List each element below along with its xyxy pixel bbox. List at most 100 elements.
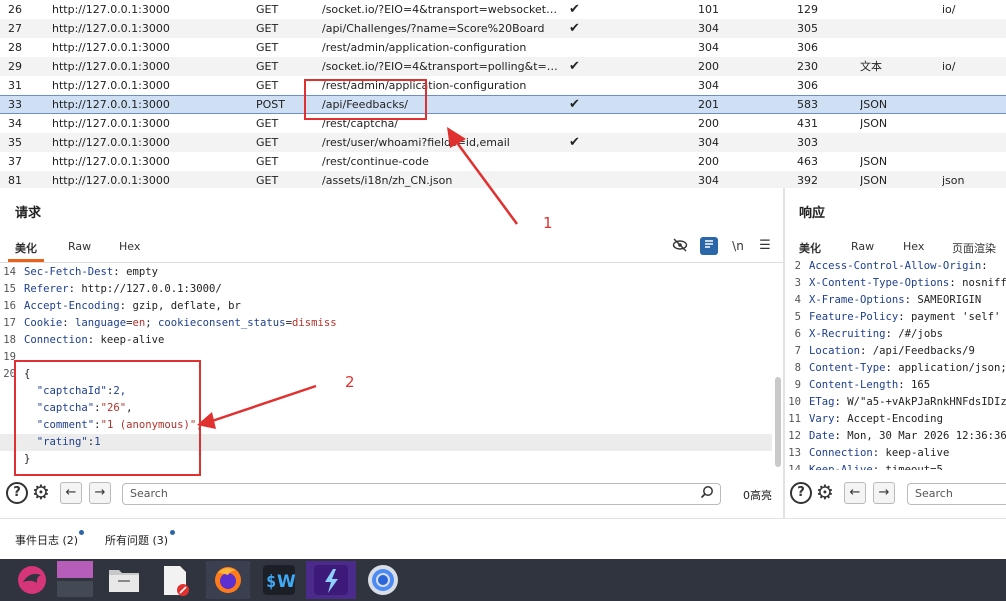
code-text: Content-Type: application/json; c bbox=[809, 360, 1006, 377]
table-row[interactable]: 37 http://127.0.0.1:3000 GET/rest/continue… bbox=[0, 152, 1006, 171]
response-search-input[interactable]: Search bbox=[907, 483, 1006, 505]
search-next-button[interactable]: → bbox=[89, 482, 111, 504]
response-help-icon[interactable]: ? bbox=[790, 482, 812, 504]
request-tab-raw[interactable]: Raw bbox=[68, 240, 91, 253]
header-name: Connection bbox=[809, 447, 873, 459]
request-search-input[interactable]: Search bbox=[122, 483, 721, 505]
response-editor[interactable]: 2 Access-Control-Allow-Origin: 3 X-Content-… bbox=[785, 259, 1006, 470]
all-issues-link[interactable]: 所有问题 (3) bbox=[105, 532, 168, 548]
header-value: : W/"a5-+vAkPJaRnkHNFdsIDIz3X bbox=[834, 396, 1006, 408]
header-value: : nosniff bbox=[949, 277, 1006, 289]
header-name: Content-Type bbox=[809, 362, 886, 374]
cell-length: 306 bbox=[797, 41, 818, 54]
table-row[interactable]: 35 http://127.0.0.1:3000 GET/rest/user/who… bbox=[0, 133, 1006, 152]
request-scrollbar[interactable] bbox=[775, 377, 781, 467]
response-tab-render[interactable]: 页面渲染 bbox=[952, 240, 996, 256]
cell-status: 304 bbox=[698, 79, 719, 92]
header-value: : application/json; c bbox=[885, 362, 1006, 374]
line-number: 14 bbox=[788, 464, 801, 470]
line-number: 11 bbox=[788, 413, 801, 425]
event-log-badge bbox=[79, 530, 84, 535]
search-prev-button[interactable]: ← bbox=[60, 482, 82, 504]
cell-url: /rest/admin/application-configuration bbox=[322, 41, 527, 54]
firefox-icon[interactable] bbox=[206, 561, 250, 599]
table-row[interactable]: 26 http://127.0.0.1:3000 GET/socket.io/?EI… bbox=[0, 0, 1006, 19]
cookie-value: en bbox=[132, 317, 146, 329]
table-row[interactable]: 28 http://127.0.0.1:3000 GET/rest/admin/ap… bbox=[0, 38, 1006, 57]
table-row[interactable]: 34 http://127.0.0.1:3000 GET/rest/captcha/… bbox=[0, 114, 1006, 133]
cell-method: GET bbox=[256, 155, 279, 168]
header-value: : payment 'self' bbox=[898, 311, 1001, 323]
settings-gear-icon[interactable]: ⚙ bbox=[32, 481, 50, 503]
menu-icon[interactable]: ☰ bbox=[756, 237, 774, 255]
code-line: 18 Connection: keep-alive bbox=[0, 332, 772, 349]
line-number: 16 bbox=[3, 300, 16, 312]
cell-mime: JSON bbox=[860, 155, 888, 168]
header-value: : 165 bbox=[898, 379, 931, 391]
request-tab-hex[interactable]: Hex bbox=[119, 240, 140, 253]
header-name: X-Recruiting bbox=[809, 328, 886, 340]
table-row[interactable]: 31 http://127.0.0.1:3000 GET/rest/admin/ap… bbox=[0, 76, 1006, 95]
cell-url: /assets/i18n/zh_CN.json bbox=[322, 174, 453, 187]
header-name: Sec-Fetch-Dest bbox=[24, 266, 114, 278]
code-text: X-Recruiting: /#/jobs bbox=[809, 326, 943, 343]
code-text: Date: Mon, 30 Mar 2026 12:36:36 G bbox=[809, 428, 1006, 445]
highlight-count: 0高亮 bbox=[743, 489, 772, 502]
hide-eye-icon[interactable] bbox=[671, 237, 689, 255]
text-editor-icon[interactable] bbox=[153, 561, 197, 599]
table-row[interactable]: 29 http://127.0.0.1:3000 GET/socket.io/?EI… bbox=[0, 57, 1006, 76]
cell-id: 35 bbox=[8, 136, 22, 149]
annotation-box-request bbox=[304, 79, 427, 120]
code-line: 14 Sec-Fetch-Dest: empty bbox=[0, 264, 772, 281]
newline-toggle-icon[interactable]: \n bbox=[729, 237, 747, 255]
header-value: : bbox=[981, 260, 988, 272]
line-number: 17 bbox=[3, 317, 16, 329]
header-name: Feature-Policy bbox=[809, 311, 899, 323]
event-log-link[interactable]: 事件日志 (2) bbox=[15, 532, 78, 548]
cell-status: 304 bbox=[698, 174, 719, 187]
help-icon[interactable]: ? bbox=[6, 482, 28, 504]
cookie-value: dismiss bbox=[291, 317, 337, 329]
cell-method: GET bbox=[256, 3, 279, 16]
pretty-format-icon[interactable] bbox=[700, 237, 718, 255]
kali-menu-icon[interactable] bbox=[10, 561, 54, 599]
workspace-switcher-icon[interactable] bbox=[55, 561, 99, 599]
terminal-icon[interactable]: $ W bbox=[257, 561, 301, 599]
annotation-label-1: 1 bbox=[543, 214, 553, 232]
chromium-icon[interactable] bbox=[361, 561, 405, 599]
header-value: keep-alive bbox=[94, 334, 165, 346]
cell-mime: JSON bbox=[860, 117, 888, 130]
header-value: : timeout=5 bbox=[872, 464, 943, 470]
header-name: Location bbox=[809, 345, 861, 357]
burp-suite-icon[interactable] bbox=[306, 561, 356, 599]
header-name: Date bbox=[809, 430, 835, 442]
response-search-next-button[interactable]: → bbox=[873, 482, 895, 504]
table-row[interactable]: 81 http://127.0.0.1:3000 GET/assets/i18n/z… bbox=[0, 171, 1006, 188]
response-tab-raw[interactable]: Raw bbox=[851, 240, 874, 253]
response-search-prev-button[interactable]: ← bbox=[844, 482, 866, 504]
code-text: Referer: http://127.0.0.1:3000/ bbox=[24, 283, 222, 295]
line-number: 10 bbox=[788, 396, 801, 408]
cell-host: http://127.0.0.1:3000 bbox=[52, 117, 170, 130]
cell-length: 129 bbox=[797, 3, 818, 16]
cell-id: 81 bbox=[8, 174, 22, 187]
cell-mime: JSON bbox=[860, 98, 888, 111]
cell-host: http://127.0.0.1:3000 bbox=[52, 98, 170, 111]
table-row[interactable]: 33 http://127.0.0.1:3000 POST/api/Feedback… bbox=[0, 95, 1006, 114]
line-number: 3 bbox=[794, 277, 801, 289]
cell-ext: json bbox=[942, 174, 965, 187]
request-tab-pretty[interactable]: 美化 bbox=[15, 240, 37, 256]
annotation-box-body bbox=[14, 360, 201, 476]
cell-url: /rest/user/whoami?fields=id,email bbox=[322, 136, 510, 149]
code-text: Connection: keep-alive bbox=[24, 334, 165, 346]
response-tab-hex[interactable]: Hex bbox=[903, 240, 924, 253]
response-tab-pretty[interactable]: 美化 bbox=[799, 240, 821, 256]
code-text: Access-Control-Allow-Origin: bbox=[809, 259, 988, 275]
cell-status: 304 bbox=[698, 41, 719, 54]
file-manager-icon[interactable] bbox=[102, 561, 146, 599]
cell-length: 306 bbox=[797, 79, 818, 92]
status-bar: 事件日志 (2) 所有问题 (3) bbox=[0, 518, 1006, 559]
table-row[interactable]: 27 http://127.0.0.1:3000 GET/api/Challenge… bbox=[0, 19, 1006, 38]
header-name: Vary bbox=[809, 413, 835, 425]
response-settings-gear-icon[interactable]: ⚙ bbox=[816, 481, 834, 503]
